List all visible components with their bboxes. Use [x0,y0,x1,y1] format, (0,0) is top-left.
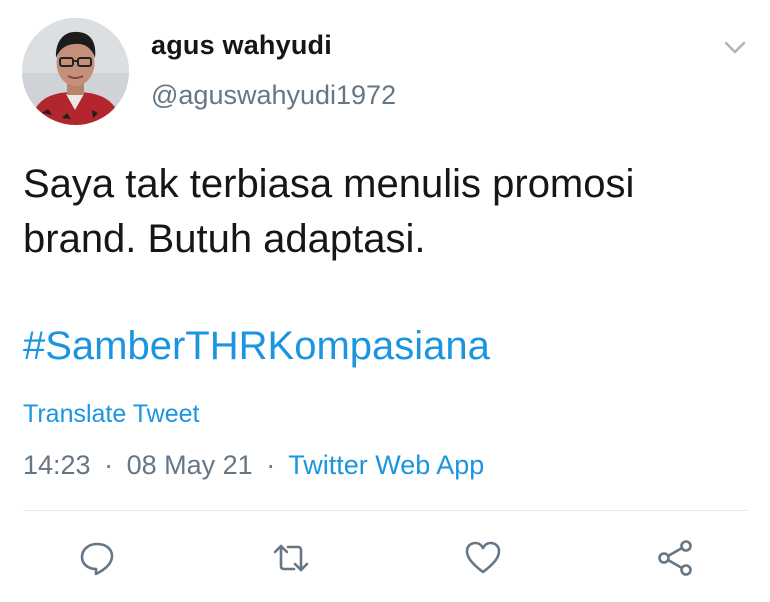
reply-icon [80,542,114,576]
reply-button[interactable] [77,538,117,578]
tweet-time[interactable]: 14:23 [23,450,91,480]
tweet-menu-button[interactable] [720,34,750,60]
chevron-down-icon [724,41,746,54]
retweet-icon [273,544,309,572]
divider [23,510,748,511]
share-button[interactable] [655,538,695,578]
tweet-date[interactable]: 08 May 21 [127,450,253,480]
tweet-text: Saya tak terbiasa menulis promosi brand.… [23,162,635,261]
author-handle[interactable]: @aguswahyudi1972 [151,80,396,111]
avatar[interactable] [22,18,129,125]
tweet-meta: 14:23 · 08 May 21 · Twitter Web App [23,450,484,481]
profile-photo-icon [22,18,129,125]
hashtag-link[interactable]: #SamberTHRKompasiana [23,321,490,371]
tweet-source[interactable]: Twitter Web App [288,450,484,480]
like-button[interactable] [463,538,503,578]
retweet-button[interactable] [271,538,311,578]
heart-icon [465,541,501,574]
meta-separator: · [104,450,114,480]
translate-tweet-link[interactable]: Translate Tweet [23,400,199,429]
author-name[interactable]: agus wahyudi [151,30,332,61]
meta-separator: · [266,450,276,480]
tweet: agus wahyudi @aguswahyudi1972 Saya tak t… [0,0,770,602]
share-icon [658,540,692,576]
